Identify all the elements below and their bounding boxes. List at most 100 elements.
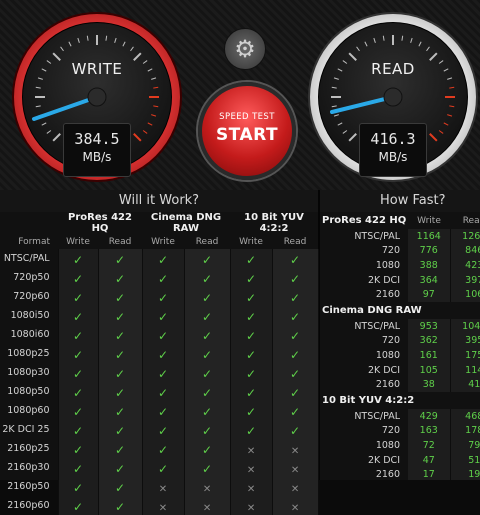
format-label: 1080p25	[7, 348, 50, 360]
gauge-tick	[331, 86, 337, 89]
cross-icon: ✕	[271, 458, 319, 478]
check-icon: ✓	[201, 329, 213, 344]
check-icon: ✓	[141, 401, 185, 421]
check-icon: ✓	[114, 500, 126, 515]
gauge-tick	[130, 46, 134, 52]
check-icon: ✓	[72, 424, 84, 439]
compat-table: ProRes 422 HQ Cinema DNG RAW 10 Bit YUV …	[0, 212, 319, 515]
check-icon: ✓	[229, 249, 273, 269]
check-icon: ✓	[141, 249, 185, 269]
format-label: 2K DCI	[367, 454, 400, 466]
cross-icon: ✕	[183, 496, 231, 515]
cross-icon: ✕	[229, 496, 273, 515]
write-gauge: WRITE 384.5 MB/s	[12, 12, 182, 182]
format-label: 1080i50	[10, 310, 50, 322]
check-icon: ✓	[57, 344, 99, 364]
gauge-tick	[114, 37, 117, 43]
speed-row: 2K DCI 105114	[320, 362, 480, 378]
check-icon: ✓	[183, 249, 231, 269]
speed-row: 2160 38 41	[320, 377, 480, 392]
write-speed: 429	[408, 408, 451, 424]
check-icon: ✓	[271, 287, 319, 307]
check-icon: ✓	[72, 443, 84, 458]
cross-icon: ✕	[271, 439, 319, 459]
cross-icon: ✕	[246, 465, 256, 477]
check-icon: ✓	[57, 306, 99, 326]
speed-row: 720 362395	[320, 333, 480, 349]
check-icon: ✓	[229, 401, 273, 421]
cross-icon: ✕	[141, 477, 185, 497]
format-label: NTSC/PAL	[354, 410, 400, 422]
settings-button[interactable]: ⚙	[224, 28, 266, 70]
gauge-tick	[122, 41, 126, 47]
check-icon: ✓	[114, 272, 126, 287]
check-icon: ✓	[157, 424, 169, 439]
check-icon: ✓	[97, 306, 143, 326]
read-speed: 423	[450, 258, 480, 273]
check-icon: ✓	[57, 382, 99, 402]
format-label: 720	[381, 335, 400, 347]
check-icon: ✓	[245, 386, 257, 401]
read-column-header: Read	[108, 236, 132, 247]
write-speed: 161	[408, 348, 451, 363]
check-icon: ✓	[245, 253, 257, 268]
format-label: 720	[381, 425, 400, 437]
check-icon: ✓	[114, 443, 126, 458]
compat-row: 720p60 ✓ ✓ ✓ ✓ ✓ ✓	[0, 287, 319, 307]
format-header: Format	[18, 236, 50, 247]
check-icon: ✓	[72, 367, 84, 382]
speed-group-header: ProRes 422 HQ	[322, 215, 407, 226]
gauge-tick	[443, 122, 449, 126]
gauge-tick	[447, 114, 453, 117]
check-icon: ✓	[229, 268, 273, 288]
format-label: 720p60	[13, 291, 50, 303]
check-icon: ✓	[271, 420, 319, 440]
gauge-tick	[147, 122, 153, 126]
gauge-tick	[41, 122, 47, 126]
check-icon: ✓	[157, 386, 169, 401]
check-icon: ✓	[157, 310, 169, 325]
compat-row: 1080p25 ✓ ✓ ✓ ✓ ✓ ✓	[0, 344, 319, 364]
check-icon: ✓	[141, 382, 185, 402]
compat-table-body: NTSC/PAL ✓ ✓ ✓ ✓ ✓ ✓ 720p50 ✓ ✓ ✓ ✓ ✓ ✓ 720p60 ✓ ✓ ✓ ✓ ✓ ✓ 10…	[0, 249, 319, 515]
format-label: 2160p30	[7, 462, 50, 474]
check-icon: ✓	[72, 500, 84, 515]
check-icon: ✓	[229, 363, 273, 383]
check-icon: ✓	[201, 462, 213, 477]
read-readout: 416.3 MB/s	[359, 123, 427, 177]
format-label: 2160p50	[7, 481, 50, 493]
gauge-tick	[60, 46, 64, 52]
speed-row: 720 163178	[320, 423, 480, 439]
start-button[interactable]: SPEED TEST START	[198, 82, 296, 180]
check-icon: ✓	[157, 253, 169, 268]
format-label: 720p50	[13, 272, 50, 284]
read-gauge: READ 416.3 MB/s	[308, 12, 478, 182]
compat-row: 2160p25 ✓ ✓ ✓ ✓ ✕ ✕	[0, 439, 319, 459]
gauge-tick	[337, 122, 343, 126]
check-icon: ✓	[183, 420, 231, 440]
check-icon: ✓	[201, 310, 213, 325]
speed-row: 2160 97106	[320, 287, 480, 302]
format-label: 2K DCI	[367, 274, 400, 286]
format-label: 2K DCI 25	[2, 424, 50, 436]
compat-row: 2K DCI 25 ✓ ✓ ✓ ✓ ✓ ✓	[0, 420, 319, 440]
gauge-tick	[35, 86, 41, 89]
format-label: 1080p60	[7, 405, 50, 417]
speed-row: NTSC/PAL 9531040	[320, 318, 480, 334]
check-icon: ✓	[57, 477, 99, 497]
cross-icon: ✕	[290, 503, 300, 515]
read-speed: 175	[450, 348, 480, 363]
check-icon: ✓	[72, 348, 84, 363]
check-icon: ✓	[201, 405, 213, 420]
gauge-tick	[331, 105, 337, 108]
check-icon: ✓	[201, 367, 213, 382]
check-icon: ✓	[72, 462, 84, 477]
check-icon: ✓	[245, 348, 257, 363]
check-icon: ✓	[271, 306, 319, 326]
check-icon: ✓	[271, 344, 319, 364]
read-speed: 51	[450, 452, 480, 468]
check-icon: ✓	[183, 439, 231, 459]
speed-group-row: 10 Bit YUV 4:2:2	[320, 392, 480, 409]
check-icon: ✓	[183, 268, 231, 288]
write-readout: 384.5 MB/s	[63, 123, 131, 177]
